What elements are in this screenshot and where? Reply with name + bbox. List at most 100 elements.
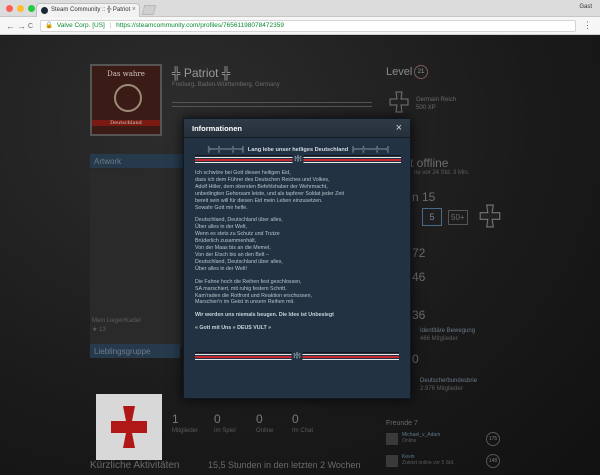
stripe-center-symbol: [╬] (292, 155, 304, 164)
maximize-window-dot[interactable] (28, 5, 35, 12)
flag-stripe-bottom-wrap: [╬] (195, 351, 399, 363)
status-text: t offline (410, 156, 449, 170)
oath-line: unbedingten Gehorsam leiste, und als tap… (195, 190, 344, 197)
flag-stripe-bottom: [╬] (195, 352, 399, 361)
stat-chat-value: 0 (292, 412, 299, 426)
stat-online-label: Online (256, 428, 274, 434)
stripe-center-symbol: [╬] (291, 352, 303, 361)
banner-deco-right: ╠══╬═══╬══╣ (351, 146, 390, 153)
oath-line: bereit sein will für diesen Eid mein Leb… (195, 197, 323, 204)
level-label: Level (386, 66, 413, 78)
friends-label-text: Freunde (386, 420, 413, 427)
lock-icon: 🔒 (45, 22, 54, 29)
minimize-window-dot[interactable] (17, 5, 24, 12)
oath-line: Marschier'n im Geist in unsern Reihen mi… (195, 299, 295, 306)
oath-paragraph: « Gott mit Uns » DEUS VULT » (195, 325, 401, 332)
badge-level-box[interactable]: 5 (422, 208, 442, 226)
oath-paragraph: Die Fahne hoch die Reihen fest geschloss… (195, 279, 401, 307)
friend-status: Online (402, 438, 417, 444)
tab-title: Steam Community :: ╬ Patriot (51, 7, 131, 13)
friend-avatar (386, 455, 398, 467)
stat-online-value: 0 (256, 412, 263, 426)
friend-level: 148 (486, 454, 500, 468)
avatar-bottom-text: Deutschland (92, 120, 160, 126)
group-name[interactable]: Deutscherbundesbrie (420, 378, 477, 384)
oath-line: Adolf Hitler, dem obersten Befehlshaber … (195, 183, 328, 190)
close-window-dot[interactable] (6, 5, 13, 12)
browser-tab[interactable]: Steam Community :: ╬ Patriot × (36, 3, 140, 17)
window-controls (6, 5, 35, 12)
oath-line: Von der Etsch bis an den Belt – (195, 251, 269, 258)
group-members: 2.976 Mitglieder (420, 386, 463, 392)
side-number: 0 (412, 352, 419, 366)
stat-ingame-label: Im Spiel (214, 428, 236, 434)
artwork-caption[interactable]: Mein Lieger/Kader (92, 318, 141, 324)
side-number: 36 (412, 308, 426, 322)
banner-deco-left: ╠══╬═══╬══╣ (206, 146, 246, 153)
browser-toolbar: ← → C 🔒 Valve Corp. [US] | https://steam… (0, 17, 600, 35)
back-arrow-icon[interactable]: ← (6, 20, 15, 32)
friend-avatar (386, 433, 398, 445)
friend-level: 175 (486, 432, 500, 446)
oath-line: Sowahr Gott mir helfe. (195, 204, 248, 211)
banner-text: Lang lebe unser heiliges Deutschland (247, 146, 349, 153)
browser-menu-icon[interactable]: ⋮ (583, 20, 592, 31)
oath-paragraph: Wir werden uns niemals beugen. Die Idee … (195, 312, 401, 319)
level-badge: 21 (414, 65, 428, 79)
hours-played: 15,5 Stunden in den letzten 2 Wochen (208, 460, 361, 470)
browser-user-label[interactable]: Gast (579, 4, 592, 10)
badge-more-box[interactable]: 50+ (448, 210, 468, 225)
oath-paragraph: Deutschland, Deutschland über alles, Über… (195, 217, 401, 272)
iron-cross-badge-icon (479, 204, 501, 228)
oath-line: Wenn es stets zu Schutz und Trutze (195, 231, 280, 238)
recent-activity-heading: Kürzliche Aktivitäten (90, 460, 180, 471)
friend-row[interactable]: Michael_v_Adam Online 175 (386, 432, 500, 446)
group-members: 466 Mitglieder (420, 336, 458, 342)
close-icon[interactable]: × (396, 121, 402, 135)
oath-line: Wir werden uns niemals beugen. Die Idee … (195, 312, 334, 319)
favorite-group-header: Lieblingsgruppe (90, 344, 180, 358)
oath-line: Über alles in der Welt, (195, 224, 248, 231)
information-modal: Informationen × ╠══╬═══╬══╣ Lang lebe un… (183, 118, 411, 399)
stat-chat-label[interactable]: Im Chat (292, 428, 313, 434)
featured-badge-text: Germain Reich 500 XP (416, 96, 456, 112)
iron-cross-badge-icon (389, 91, 409, 113)
stat-members-value: 1 (172, 412, 179, 426)
templar-cross-icon (111, 406, 147, 448)
profile-name: ╬ Patriot ╬ (172, 66, 231, 80)
browser-tabbar: Steam Community :: ╬ Patriot × Gast (0, 0, 600, 17)
stat-members-label: Mitglieder (172, 428, 199, 434)
modal-title: Informationen (192, 124, 242, 133)
oath-text: Ich schwöre bei Gott diesen heiligen Eid… (195, 170, 401, 332)
friend-row[interactable]: Kevin Zuletzt online vor 5 Std. 148 (386, 454, 500, 468)
badge-xp: 500 XP (416, 105, 436, 111)
oath-line: SA marschiert, mit ruhig festem Schritt. (195, 285, 287, 292)
group-name[interactable]: Identitäre Bewegung (420, 328, 475, 334)
reload-icon[interactable]: C (28, 21, 33, 33)
avatar-top-text: Das wahre (107, 70, 145, 78)
artwork-stat-count: 13 (99, 327, 106, 333)
badge-name: Germain Reich (416, 97, 457, 103)
oath-line: Ich schwöre bei Gott diesen heiligen Eid… (195, 170, 291, 176)
flag-stripe-top: [╬] (195, 155, 401, 164)
tab-close-icon[interactable]: × (132, 6, 136, 13)
profile-summary-bar (172, 102, 372, 107)
modal-header: Informationen × (184, 119, 410, 138)
steam-favicon-icon (41, 7, 48, 14)
group-avatar[interactable] (96, 394, 162, 460)
oath-line: Deutschland, Deutschland über alles, (195, 258, 283, 265)
oath-line: Kam'raden die Rotfront und Reaktion ersc… (195, 292, 313, 299)
profile-location: Freiburg, Baden-Württemberg, Germany (172, 82, 280, 88)
profile-avatar: Das wahre Deutschland (90, 64, 162, 136)
badges-count: n 15 (412, 190, 436, 204)
artwork-stats: ★ 13 (92, 327, 106, 333)
address-bar[interactable]: 🔒 Valve Corp. [US] | https://steamcommun… (40, 20, 576, 32)
friends-label[interactable]: Freunde 7 (386, 420, 418, 427)
banner-line: ╠══╬═══╬══╣ Lang lebe unser heiliges Deu… (195, 145, 401, 154)
forward-arrow-icon[interactable]: → (17, 20, 26, 32)
oath-line: Die Fahne hoch die Reihen fest geschloss… (195, 278, 302, 285)
url-text: https://steamcommunity.com/profiles/7656… (116, 22, 284, 29)
new-tab-button[interactable] (141, 5, 157, 15)
oath-paragraph: Ich schwöre bei Gott diesen heiligen Eid… (195, 170, 401, 211)
oath-line: Von der Maas bis an die Memel, (195, 245, 271, 252)
